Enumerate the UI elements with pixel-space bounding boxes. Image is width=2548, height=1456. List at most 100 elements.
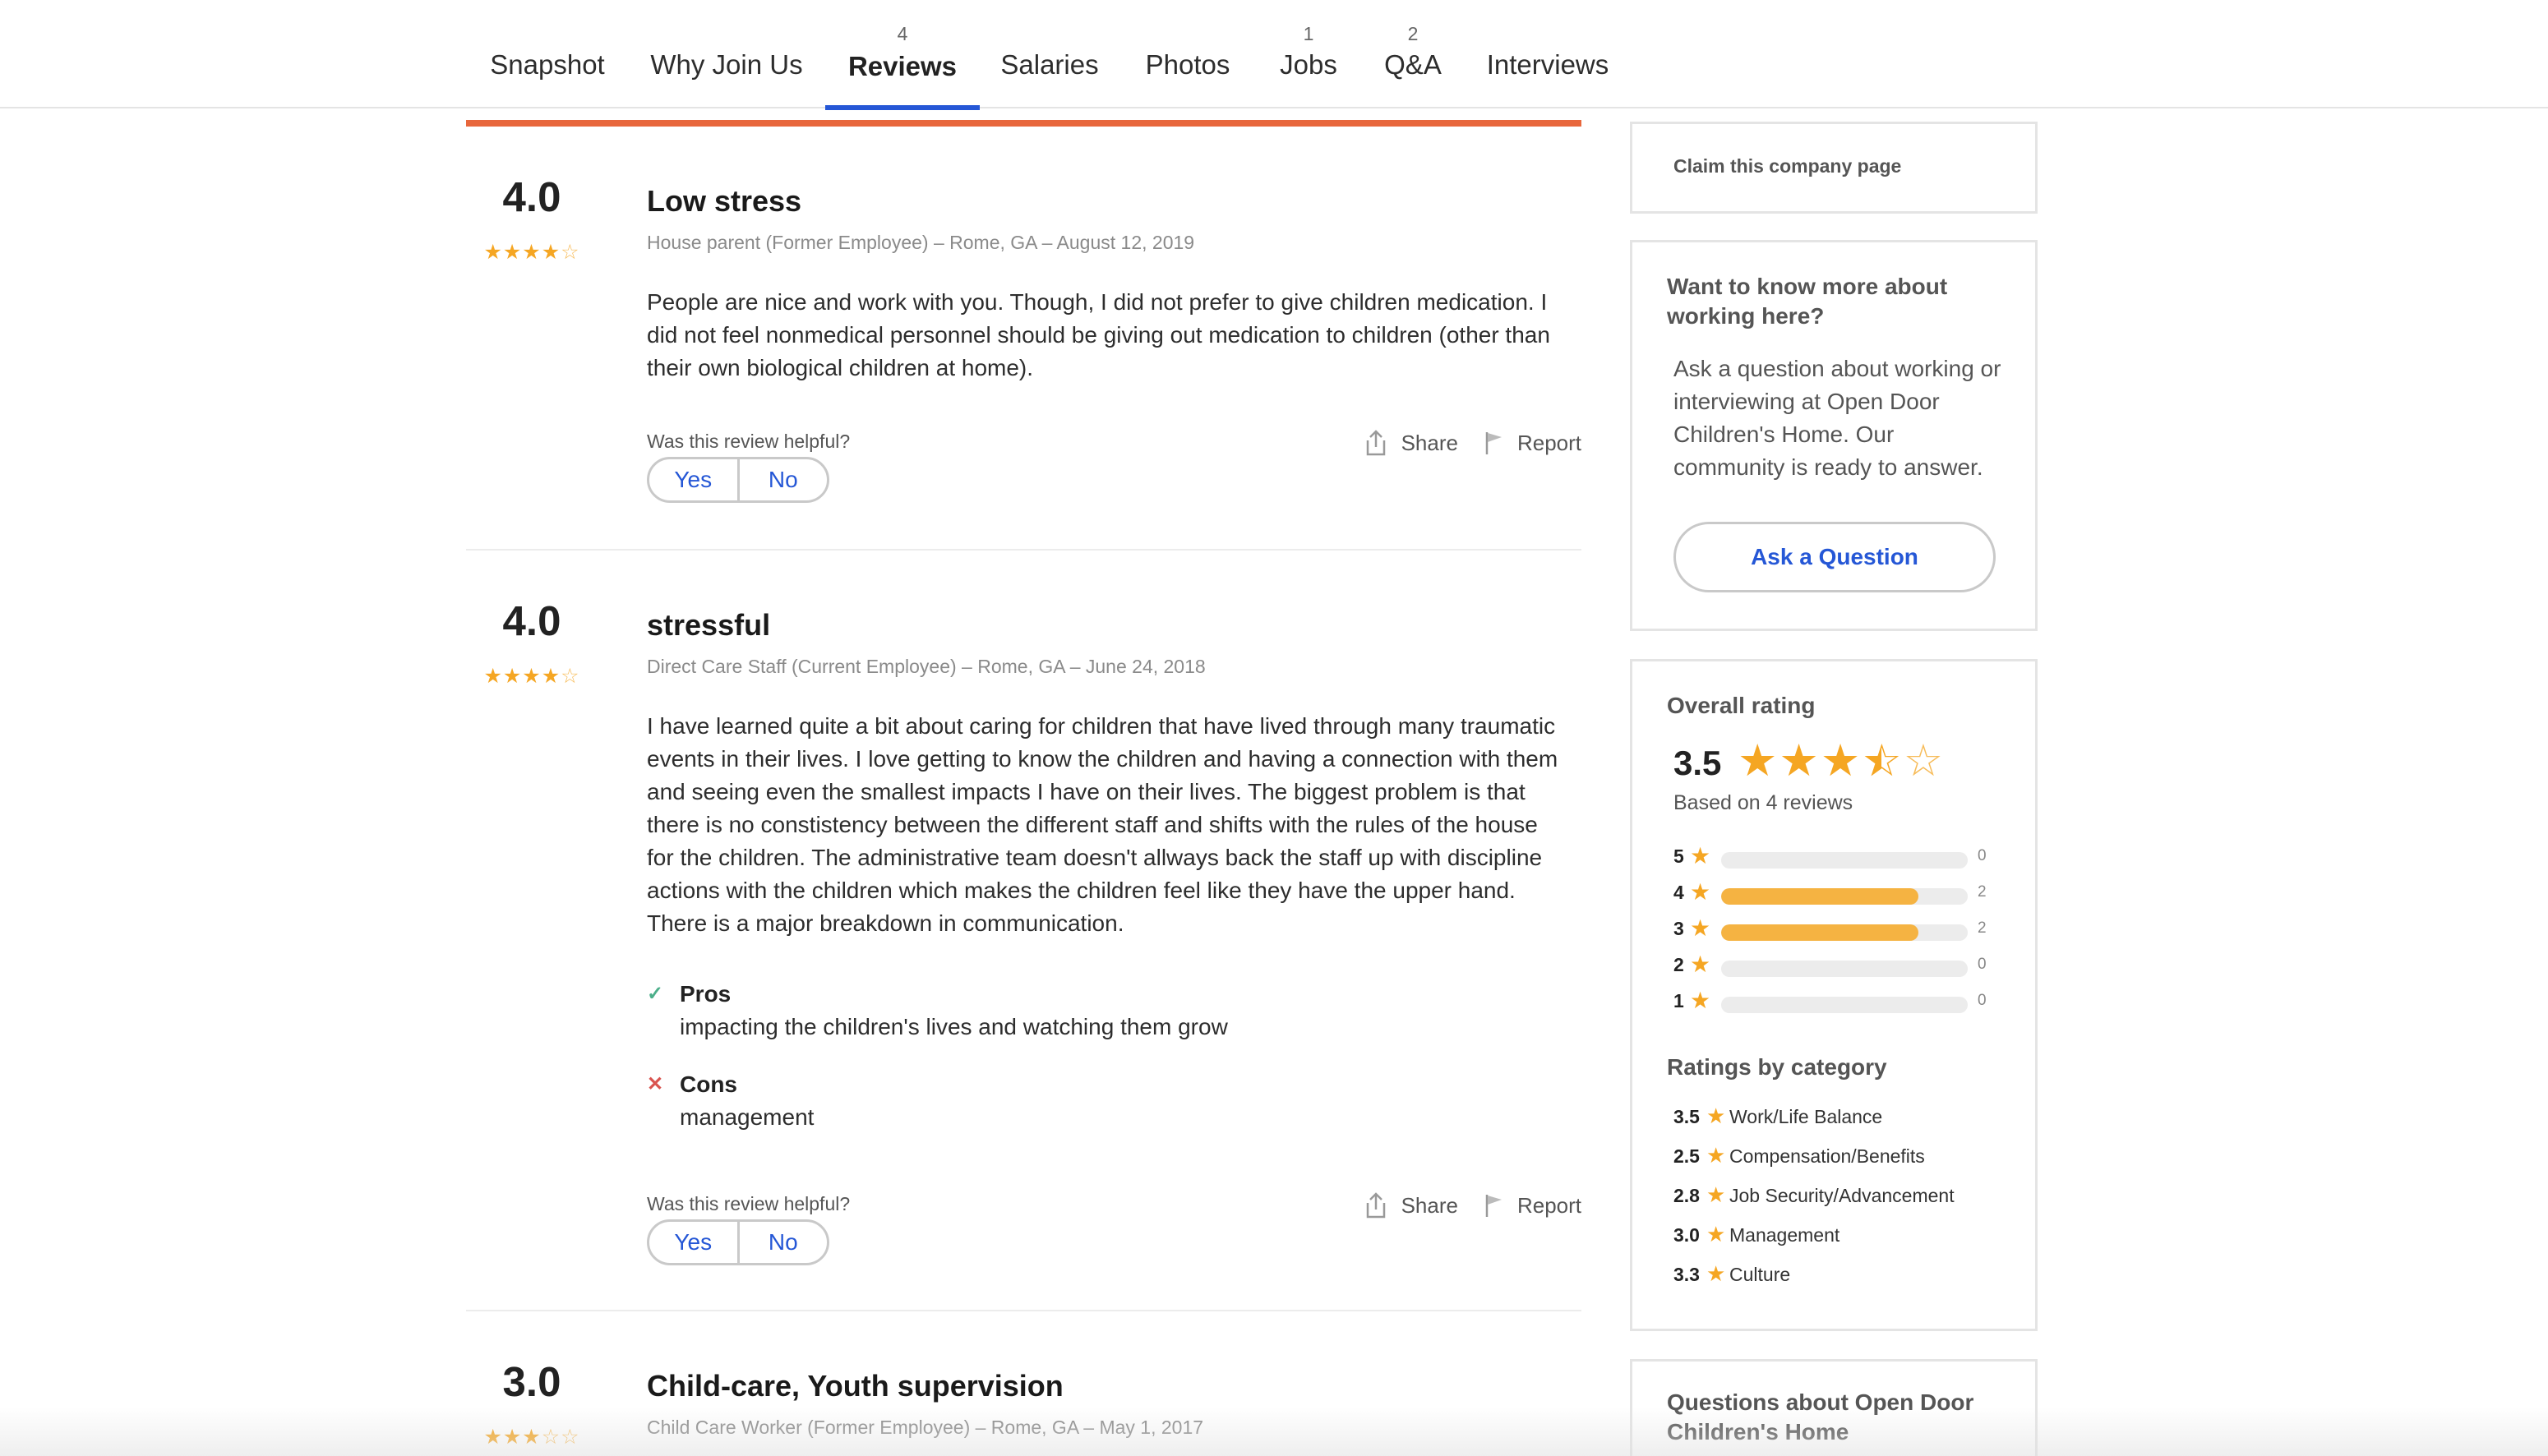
report-button[interactable]: Report (1484, 431, 1581, 456)
tab-count: 1 (1303, 23, 1314, 44)
category-rating[interactable]: 2.5 ★ Compensation/Benefits (1673, 1143, 1925, 1168)
overall-heading: Overall rating (1667, 693, 1816, 718)
review-card: 3.0 ★★★☆☆ Child-care, Youth supervision … (466, 1346, 1581, 1456)
star-icon: ★ (1706, 1261, 1726, 1286)
star-icon: ★ (1706, 1182, 1726, 1207)
tab-qa[interactable]: 2 Q&A (1378, 0, 1448, 108)
review-body: I have learned quite a bit about caring … (647, 713, 1558, 936)
vote-yes-button[interactable]: Yes (649, 1222, 737, 1263)
review-card: 4.0 ★★★★☆ Low stress House parent (Forme… (466, 161, 1581, 552)
helpful-vote-group: Yes No (647, 1219, 829, 1265)
review-title[interactable]: Child-care, Youth supervision (647, 1369, 1064, 1403)
star-icon: ★ (1706, 1104, 1726, 1128)
star-empty-icon: ☆ (541, 1426, 561, 1449)
distribution-bar (1721, 852, 1968, 869)
overall-rating-card: Overall rating 3.5 ★★★☆★☆ Based on 4 rev… (1630, 659, 2038, 1331)
share-button[interactable]: Share (1364, 429, 1458, 457)
star-icon: ★ (1706, 1143, 1726, 1168)
report-label: Report (1516, 430, 1581, 455)
tab-reviews[interactable]: 4 Reviews (825, 0, 980, 110)
pros-cons: ✓ Pros impacting the children's lives an… (647, 978, 1551, 1159)
cons-heading: ✕ Cons (647, 1068, 1551, 1101)
review-rating: 3.0 (502, 1358, 561, 1405)
categories-heading: Ratings by category (1667, 1054, 1887, 1080)
star-full-icon: ★ (483, 1426, 503, 1449)
review-card: 4.0 ★★★★☆ stressful Direct Care Staff (C… (466, 585, 1581, 1325)
review-rating: 4.0 (502, 173, 561, 220)
ask-question-card: Want to know more about working here? As… (1630, 240, 2038, 631)
star-full-icon: ★ (522, 665, 542, 688)
helpful-vote-group: Yes No (647, 457, 829, 503)
share-label: Share (1401, 430, 1458, 455)
vote-no-button[interactable]: No (736, 1222, 828, 1263)
tab-photos[interactable]: Photos (1139, 0, 1236, 108)
star-icon: ★ (1706, 1222, 1726, 1246)
star-full-icon: ★ (541, 241, 561, 264)
star-icon: ★ (1690, 843, 1711, 869)
share-icon (1364, 1191, 1388, 1219)
star-full-icon: ★ (502, 665, 523, 688)
rating-distribution-row[interactable]: 1 ★ 0 (1673, 988, 2002, 1015)
overall-stars: ★★★☆★☆ (1738, 739, 1945, 783)
claim-company-link[interactable]: Claim this company page (1673, 155, 1901, 177)
review-stars: ★★★☆☆ (466, 1425, 598, 1449)
review-actions: Share Report (1364, 429, 1581, 457)
rating-distribution-row[interactable]: 4 ★ 2 (1673, 879, 2002, 906)
helpful-question: Was this review helpful? (647, 431, 851, 452)
category-rating[interactable]: 3.5 ★ Work/Life Balance (1673, 1104, 1882, 1128)
star-empty-icon: ☆ (561, 665, 580, 688)
star-full-icon: ★ (483, 241, 503, 264)
tab-salaries[interactable]: Salaries (996, 0, 1103, 108)
star-icon: ★ (1690, 988, 1711, 1013)
section-accent-bar (466, 120, 1581, 127)
pros-heading: ✓ Pros (647, 978, 1551, 1011)
rating-distribution-row[interactable]: 2 ★ 0 (1673, 951, 2002, 979)
pros-text: impacting the children's lives and watch… (680, 1014, 1228, 1039)
review-title[interactable]: Low stress (647, 184, 801, 219)
category-rating[interactable]: 3.0 ★ Management (1673, 1222, 1839, 1246)
star-full-icon: ★ (483, 665, 503, 688)
vote-yes-button[interactable]: Yes (649, 459, 737, 500)
review-meta: Direct Care Staff (Current Employee) – R… (647, 656, 1206, 677)
review-meta: House parent (Former Employee) – Rome, G… (647, 232, 1195, 253)
ask-question-button[interactable]: Ask a Question (1673, 522, 1996, 592)
star-half-icon: ☆★ (1862, 736, 1902, 786)
check-icon: ✓ (647, 983, 664, 1005)
star-full-icon: ★ (522, 241, 542, 264)
distribution-bar (1721, 888, 1968, 905)
questions-card: Questions about Open Door Children's Hom… (1630, 1359, 2038, 1456)
active-tab-underline (825, 105, 980, 110)
star-full-icon: ★ (502, 241, 523, 264)
questions-heading[interactable]: Questions about Open Door Children's Hom… (1667, 1388, 2012, 1447)
distribution-bar (1721, 997, 1968, 1013)
flag-icon (1484, 1193, 1504, 1218)
star-icon: ★ (1690, 915, 1711, 941)
star-full-icon: ★ (1779, 736, 1819, 786)
star-empty-icon: ☆ (561, 241, 580, 264)
review-stars: ★★★★☆ (466, 240, 598, 265)
share-icon (1364, 429, 1388, 457)
rating-distribution-row[interactable]: 3 ★ 2 (1673, 915, 2002, 942)
helpful-question: Was this review helpful? (647, 1193, 851, 1214)
report-button[interactable]: Report (1484, 1193, 1581, 1219)
tab-interviews[interactable]: Interviews (1479, 0, 1616, 108)
overall-rating-value: 3.5 (1673, 744, 1722, 782)
star-empty-icon: ☆ (561, 1426, 580, 1449)
share-button[interactable]: Share (1364, 1191, 1458, 1219)
rating-distribution-row[interactable]: 5 ★ 0 (1673, 843, 2002, 870)
category-rating[interactable]: 2.8 ★ Job Security/Advancement (1673, 1182, 1955, 1207)
vote-no-button[interactable]: No (736, 459, 828, 500)
tab-label: Interviews (1486, 49, 1609, 80)
review-meta: Child Care Worker (Former Employee) – Ro… (647, 1417, 1204, 1438)
tab-label: Snapshot (490, 49, 605, 80)
tab-jobs[interactable]: 1 Jobs (1272, 0, 1345, 108)
tab-why-join-us[interactable]: Why Join Us (648, 0, 805, 108)
distribution-bar (1721, 961, 1968, 977)
review-actions: Share Report (1364, 1191, 1581, 1219)
tab-snapshot[interactable]: Snapshot (483, 0, 612, 108)
category-rating[interactable]: 3.3 ★ Culture (1673, 1261, 1790, 1286)
tab-label: Why Join Us (650, 49, 803, 80)
review-title[interactable]: stressful (647, 608, 770, 643)
star-full-icon: ★ (1820, 736, 1861, 786)
review-stars: ★★★★☆ (466, 664, 598, 689)
